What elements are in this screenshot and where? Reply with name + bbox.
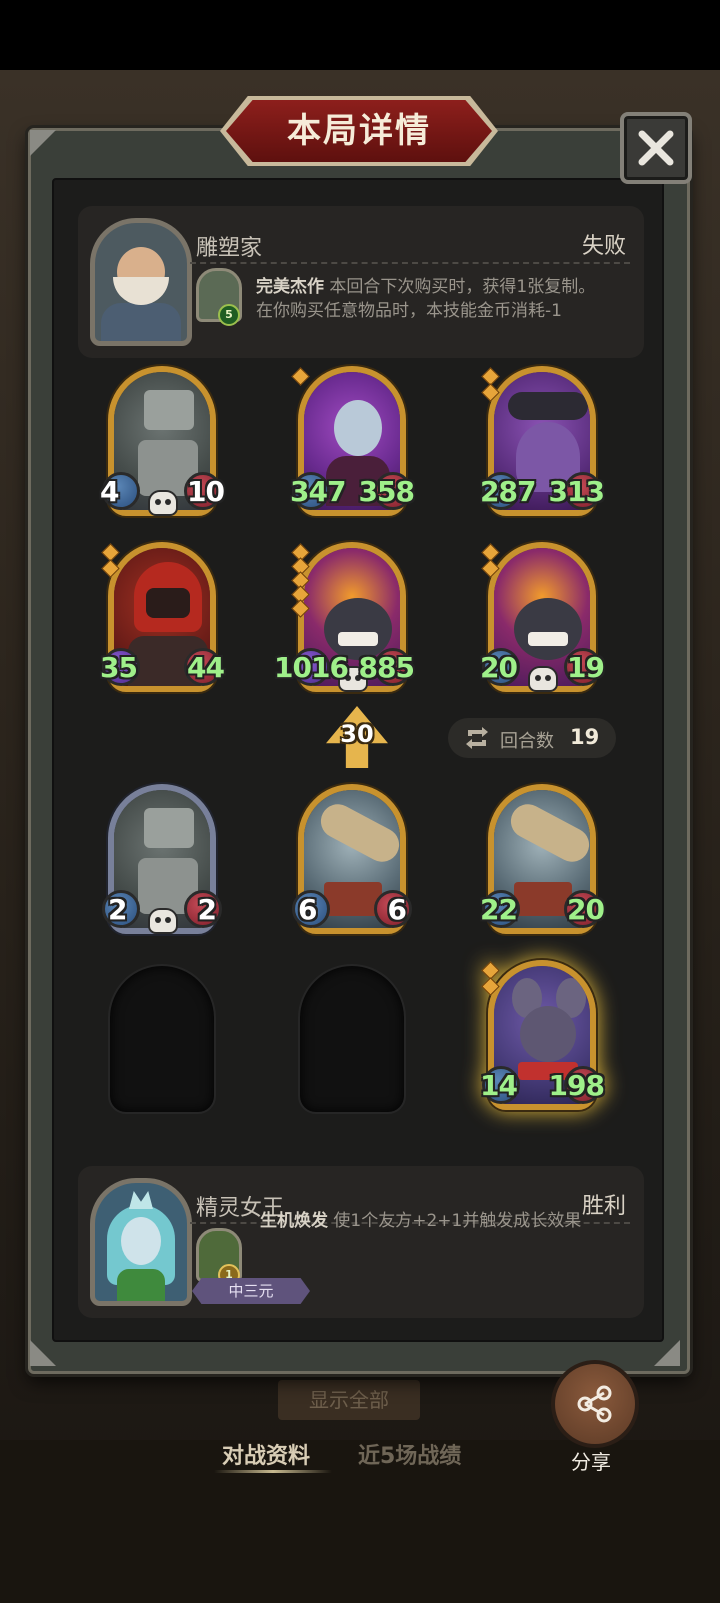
skull-icon xyxy=(148,908,178,934)
round-counter: 回合数 19 xyxy=(448,718,616,758)
skill-desc-line1: 本回合下次购买时，获得1张复制。 xyxy=(329,277,596,297)
unit-card-rogue[interactable]: 35 44 xyxy=(100,542,225,692)
unit-attack: 6 xyxy=(298,893,318,926)
tavern-level: 30 xyxy=(340,720,374,748)
skill-desc: 使1个友方+2+1并触发成长效果 xyxy=(333,1211,582,1231)
round-value: 19 xyxy=(570,725,600,749)
unit-card-blimp[interactable]: 6 6 xyxy=(292,784,412,934)
unit-card-robot[interactable]: 4 10 xyxy=(100,366,225,516)
unit-attack: 347 xyxy=(290,475,346,508)
status-bar-area xyxy=(0,0,720,70)
rank-badge: 中三元 xyxy=(192,1278,310,1304)
opponent-panel[interactable]: 雕塑家 失败 5 完美杰作 本回合下次购买时，获得1张复制。 在你购买任意物品时… xyxy=(78,206,644,358)
refresh-icon xyxy=(466,727,488,749)
unit-attack: 35 xyxy=(100,651,138,684)
unit-card-blimp[interactable]: 22 20 xyxy=(480,784,605,934)
skill-name: 生机焕发 xyxy=(260,1211,328,1231)
unit-health: 10 xyxy=(187,475,225,508)
round-label: 回合数 xyxy=(500,731,554,752)
skill-desc-line2: 在你购买任意物品时，本技能金币消耗-1 xyxy=(256,301,562,321)
share-button[interactable] xyxy=(551,1360,639,1448)
unit-attack: 4 xyxy=(100,475,120,508)
unit-attack: 1016 xyxy=(274,651,349,684)
unit-health: 313 xyxy=(548,475,605,508)
opponent-result: 失败 xyxy=(581,234,626,259)
unit-health: 44 xyxy=(187,651,225,684)
unit-health: 885 xyxy=(358,651,415,684)
unit-card-elf[interactable]: 347 358 xyxy=(290,366,415,516)
unit-attack: 287 xyxy=(480,475,536,508)
tab-recent-5-games[interactable]: 近5场战绩 xyxy=(358,1438,461,1470)
share-label: 分享 xyxy=(571,1450,611,1474)
show-all-button[interactable]: 显示全部 xyxy=(278,1380,420,1420)
unit-card-robot[interactable]: 2 2 xyxy=(102,784,222,934)
unit-card-octopus[interactable]: 287 313 xyxy=(480,366,605,516)
player-panel[interactable]: 精灵女王 胜利 1 生机焕发 使1个友方+2+1并触发成长效果 中三元 xyxy=(78,1166,644,1318)
sculptor-avatar xyxy=(90,218,192,346)
empty-slot xyxy=(298,964,406,1114)
skill-cost-badge: 5 xyxy=(218,304,240,326)
divider xyxy=(190,262,630,264)
skill-description: 生机焕发 使1个友方+2+1并触发成长效果 xyxy=(260,1206,581,1231)
unit-health: 2 xyxy=(197,893,218,926)
unit-health: 19 xyxy=(567,651,605,684)
unit-attack: 14 xyxy=(480,1069,518,1102)
unit-card-bomb-beast[interactable]: 20 19 xyxy=(480,542,605,692)
close-button[interactable] xyxy=(620,112,692,184)
unit-card-bomb-beast[interactable]: 1016 885 xyxy=(274,542,415,692)
skull-icon xyxy=(148,490,178,516)
skill-description: 完美杰作 本回合下次购买时，获得1张复制。 xyxy=(256,272,595,297)
opponent-name: 雕塑家 xyxy=(196,236,263,261)
share-icon xyxy=(577,1385,612,1423)
skull-icon xyxy=(528,666,558,692)
empty-slot xyxy=(108,964,216,1114)
unit-health: 358 xyxy=(358,475,415,508)
elf-queen-avatar xyxy=(90,1178,192,1306)
tab-underline xyxy=(214,1470,332,1473)
unit-attack: 2 xyxy=(108,893,128,926)
unit-attack: 22 xyxy=(480,893,518,926)
unit-health: 198 xyxy=(548,1069,605,1102)
skill-name: 完美杰作 xyxy=(256,277,324,297)
tab-battle-data[interactable]: 对战资料 xyxy=(222,1438,310,1470)
dialog-title: 本局详情 xyxy=(287,111,431,151)
unit-health: 6 xyxy=(387,893,408,926)
unit-health: 20 xyxy=(567,893,605,926)
unit-attack: 20 xyxy=(480,651,518,684)
unit-card-rat[interactable]: 14 198 xyxy=(480,960,605,1110)
player-result: 胜利 xyxy=(581,1194,626,1219)
close-icon xyxy=(638,130,674,166)
